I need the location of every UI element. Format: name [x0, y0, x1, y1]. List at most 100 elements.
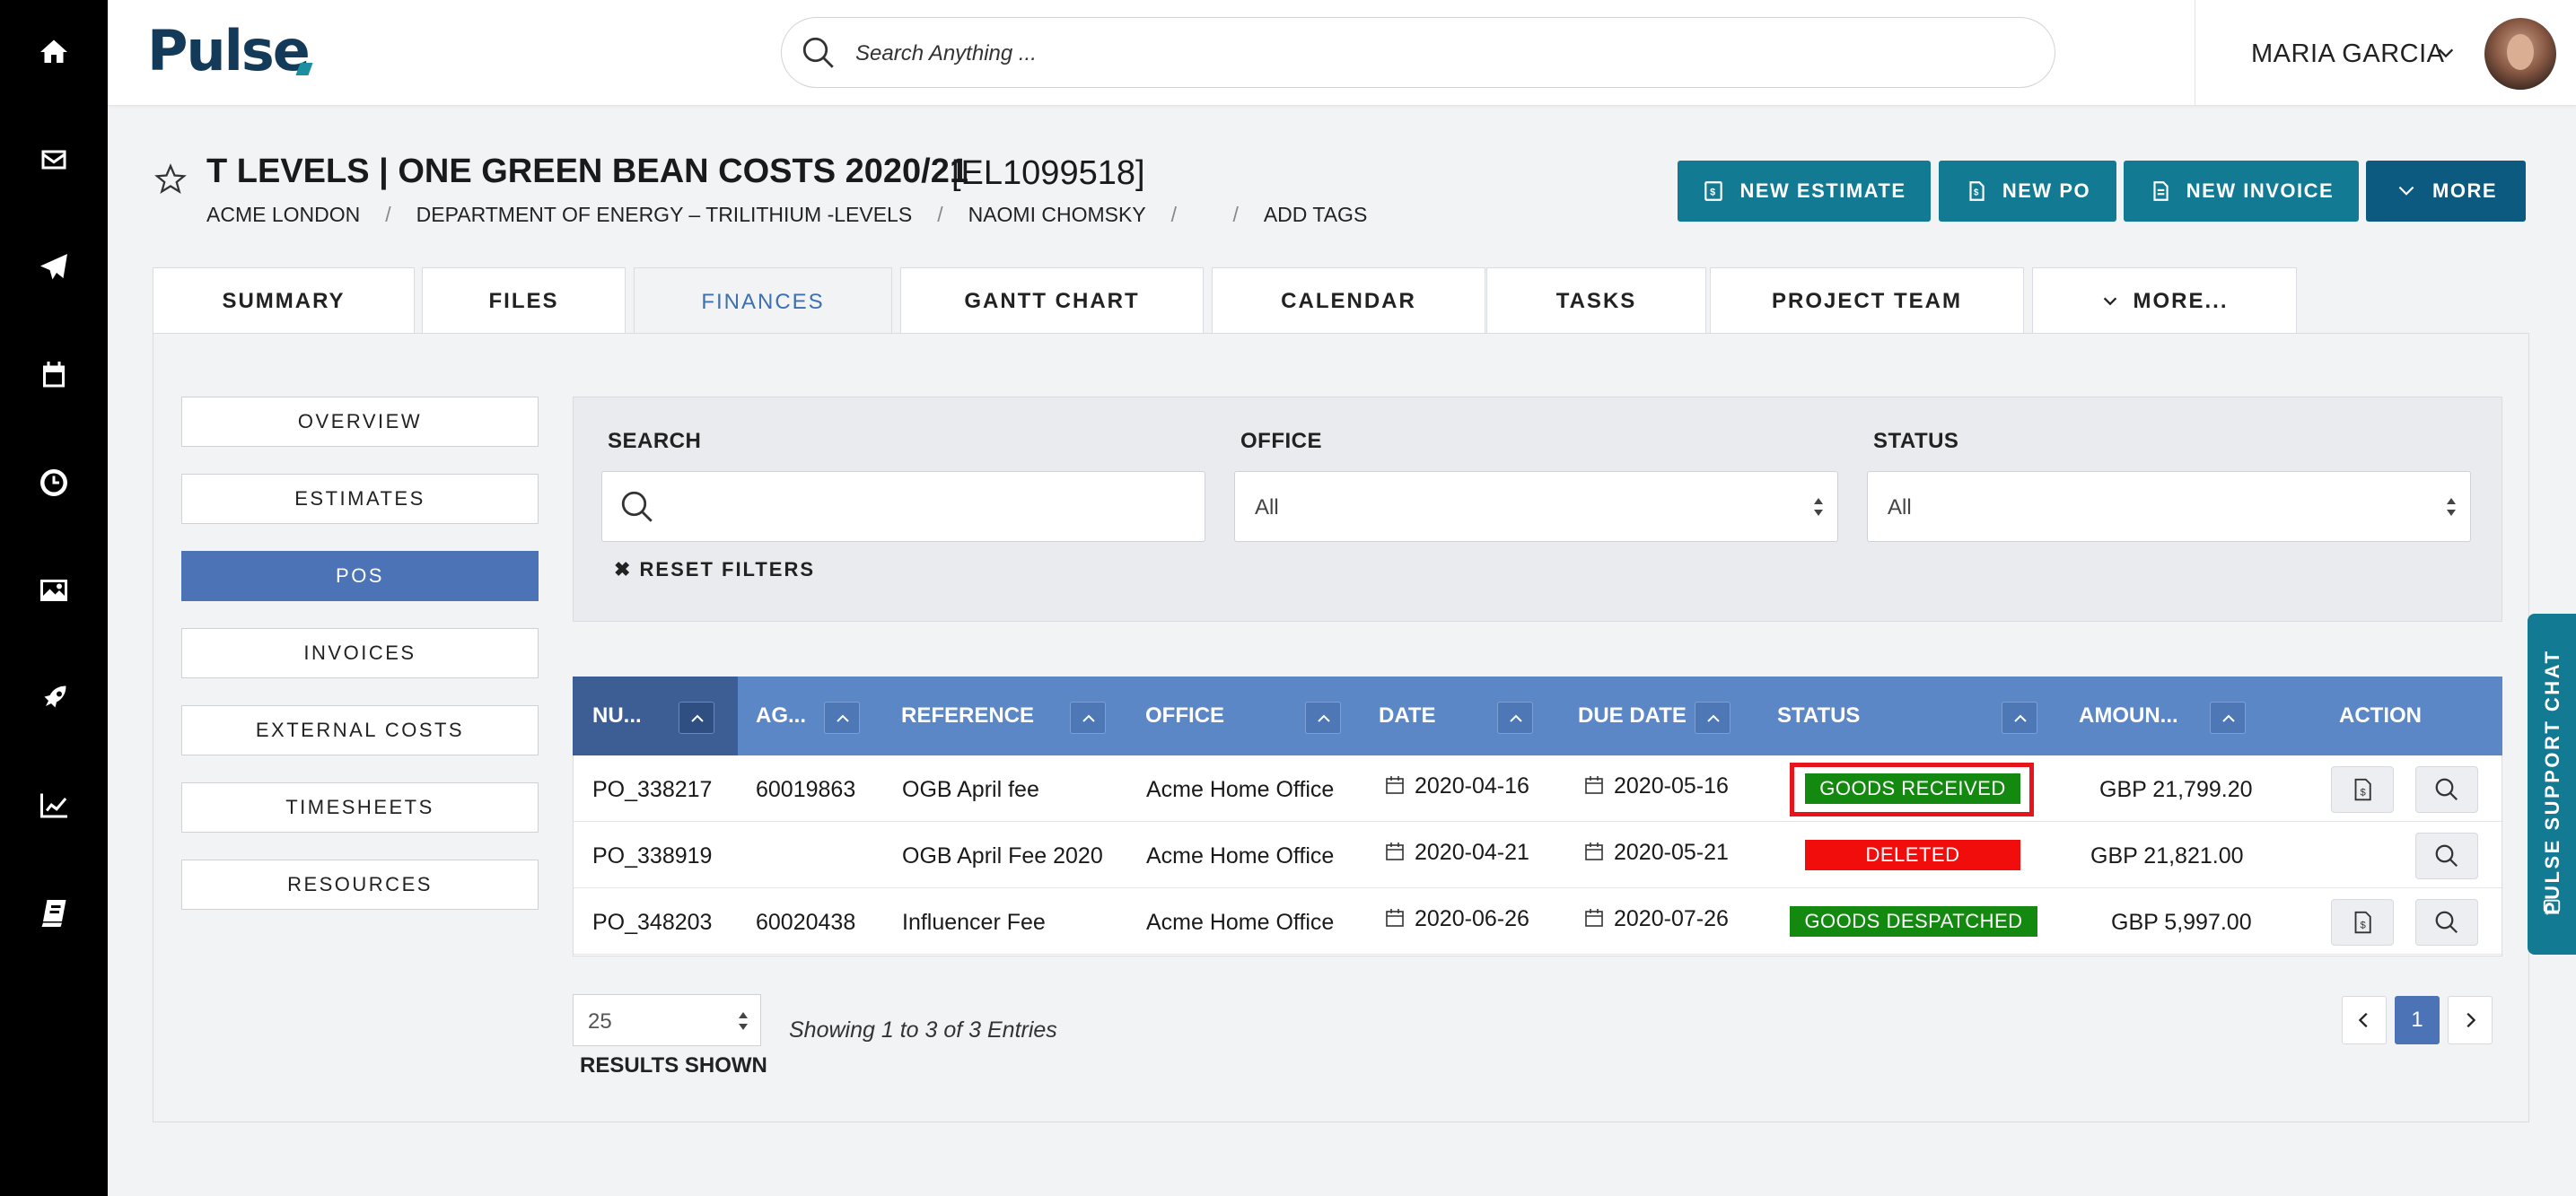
breadcrumb-client[interactable]: ACME LONDON	[206, 203, 360, 227]
view-details-button[interactable]	[2415, 766, 2478, 813]
column-header-office[interactable]: OFFICE	[1142, 677, 1375, 755]
rocket-icon[interactable]	[31, 675, 77, 721]
svg-text:$: $	[1974, 188, 1980, 197]
column-header-due-date[interactable]: DUE DATE	[1573, 677, 1772, 755]
add-tags-link[interactable]: ADD TAGS	[1264, 203, 1367, 227]
book-icon[interactable]	[31, 890, 77, 937]
search-icon	[2435, 911, 2458, 934]
tab-files[interactable]: FILES	[422, 267, 626, 334]
calendar-icon[interactable]	[31, 352, 77, 398]
tab-calendar[interactable]: CALENDAR	[1212, 267, 1485, 334]
table-row[interactable]: PO_338217 60019863 OGB April fee Acme Ho…	[574, 755, 2503, 822]
chart-icon[interactable]	[31, 782, 77, 829]
po-date-text: 2020-06-26	[1415, 906, 1529, 931]
close-icon: ✖	[614, 558, 640, 581]
view-details-button[interactable]	[2415, 833, 2478, 879]
po-date: 2020-06-26	[1384, 906, 1529, 932]
reset-filters-button[interactable]: ✖ RESET FILTERS	[614, 558, 815, 581]
status-filter-label: STATUS	[1873, 429, 1959, 453]
tab-more[interactable]: MORE...	[2032, 267, 2297, 334]
column-header-amount[interactable]: AMOUN...	[2077, 677, 2256, 755]
sidebar-item-invoices[interactable]: INVOICES	[181, 628, 539, 678]
amount: GBP 21,821.00	[2090, 843, 2244, 869]
po-date-text: 2020-04-16	[1415, 773, 1529, 799]
home-icon[interactable]	[31, 29, 77, 75]
sidebar-item-estimates[interactable]: ESTIMATES	[181, 474, 539, 524]
sort-date-button[interactable]	[1497, 702, 1533, 734]
office: Acme Home Office	[1146, 843, 1335, 869]
column-header-reference[interactable]: REFERENCE	[899, 677, 1142, 755]
new-po-button[interactable]: $ NEW PO	[1939, 161, 2116, 222]
sidebar-item-timesheets[interactable]: TIMESHEETS	[181, 782, 539, 833]
pulse-logo[interactable]: Pulse	[147, 23, 311, 79]
tab-gantt-chart[interactable]: GANTT CHART	[900, 267, 1204, 334]
global-search-input[interactable]: Search Anything ...	[781, 17, 2055, 88]
column-label-number: NU...	[592, 703, 642, 728]
sort-number-button[interactable]	[679, 702, 714, 734]
office-select-value: All	[1255, 495, 1279, 519]
column-header-date[interactable]: DATE	[1375, 677, 1573, 755]
column-header-status[interactable]: STATUS	[1772, 677, 2077, 755]
avatar[interactable]	[2484, 18, 2556, 90]
sort-status-button[interactable]	[2002, 702, 2037, 734]
chevron-down-icon[interactable]	[2436, 43, 2456, 63]
sort-office-button[interactable]	[1305, 702, 1341, 734]
office-select[interactable]: All	[1234, 471, 1838, 542]
chevron-right-icon	[2466, 1012, 2476, 1028]
prev-page-button[interactable]	[2342, 996, 2387, 1044]
more-actions-button[interactable]: MORE	[2366, 161, 2526, 222]
chevron-up-icon	[1318, 714, 1330, 722]
breadcrumb-department[interactable]: DEPARTMENT OF ENERGY – TRILITHIUM -LEVEL…	[416, 203, 913, 227]
view-document-button[interactable]: $	[2331, 766, 2394, 813]
column-header-number[interactable]: NU...	[573, 677, 738, 755]
sort-amount-button[interactable]	[2210, 702, 2246, 734]
entries-summary: Showing 1 to 3 of 3 Entries	[789, 1017, 1057, 1043]
view-document-button[interactable]: $	[2331, 899, 2394, 946]
chevron-up-icon	[2014, 714, 2027, 722]
status-badge: GOODS DESPATCHED	[1790, 906, 2037, 937]
chevron-up-icon	[1082, 714, 1095, 722]
agency-number: 60019863	[756, 777, 856, 802]
tab-project-team[interactable]: PROJECT TEAM	[1710, 267, 2024, 334]
favorite-star-icon[interactable]	[154, 163, 187, 196]
calendar-icon	[1386, 842, 1404, 860]
office-filter-label: OFFICE	[1240, 429, 1322, 453]
view-details-button[interactable]	[2415, 899, 2478, 946]
column-label-due-date: DUE DATE	[1578, 703, 1687, 728]
sidebar-item-resources[interactable]: RESOURCES	[181, 860, 539, 910]
po-date-text: 2020-04-21	[1415, 840, 1529, 865]
column-header-agency[interactable]: AG...	[738, 677, 899, 755]
table-row[interactable]: PO_338919 OGB April Fee 2020 Acme Home O…	[574, 822, 2503, 888]
table-row[interactable]: PO_348203 60020438 Influencer Fee Acme H…	[574, 888, 2503, 955]
svg-text:$: $	[2360, 920, 2366, 930]
project-code: [EL1099518]	[951, 154, 1145, 192]
search-filter-input[interactable]	[601, 471, 1205, 542]
page-1-button[interactable]: 1	[2395, 996, 2440, 1044]
new-estimate-button[interactable]: $ NEW ESTIMATE	[1678, 161, 1931, 222]
sort-reference-button[interactable]	[1070, 702, 1106, 734]
user-menu[interactable]: MARIA GARCIA	[2251, 39, 2445, 69]
sidebar-item-external-costs[interactable]: EXTERNAL COSTS	[181, 705, 539, 755]
sidebar-item-overview[interactable]: OVERVIEW	[181, 397, 539, 447]
column-label-reference: REFERENCE	[901, 703, 1035, 728]
image-icon[interactable]	[31, 567, 77, 614]
breadcrumb-owner[interactable]: NAOMI CHOMSKY	[968, 203, 1146, 227]
support-chat-tab[interactable]: PULSE SUPPORT CHAT	[2528, 614, 2576, 955]
sidebar-item-pos[interactable]: POS	[181, 551, 539, 601]
page-size-value: 25	[588, 1009, 612, 1034]
status-select[interactable]: All	[1867, 471, 2471, 542]
search-placeholder: Search Anything ...	[855, 41, 1037, 65]
tab-tasks[interactable]: TASKS	[1486, 267, 1706, 334]
tab-finances[interactable]: FINANCES	[634, 267, 892, 336]
next-page-button[interactable]	[2448, 996, 2493, 1044]
sort-agency-button[interactable]	[824, 702, 860, 734]
send-icon[interactable]	[31, 244, 77, 291]
project-title: T LEVELS | ONE GREEN BEAN COSTS 2020/21	[206, 153, 968, 190]
page-size-select[interactable]: 25	[573, 994, 761, 1046]
chevron-up-icon	[691, 714, 704, 722]
new-invoice-button[interactable]: NEW INVOICE	[2124, 161, 2359, 222]
tab-summary[interactable]: SUMMARY	[153, 267, 415, 334]
sort-due-date-button[interactable]	[1695, 702, 1730, 734]
mail-icon[interactable]	[31, 136, 77, 183]
clock-icon[interactable]	[31, 459, 77, 506]
